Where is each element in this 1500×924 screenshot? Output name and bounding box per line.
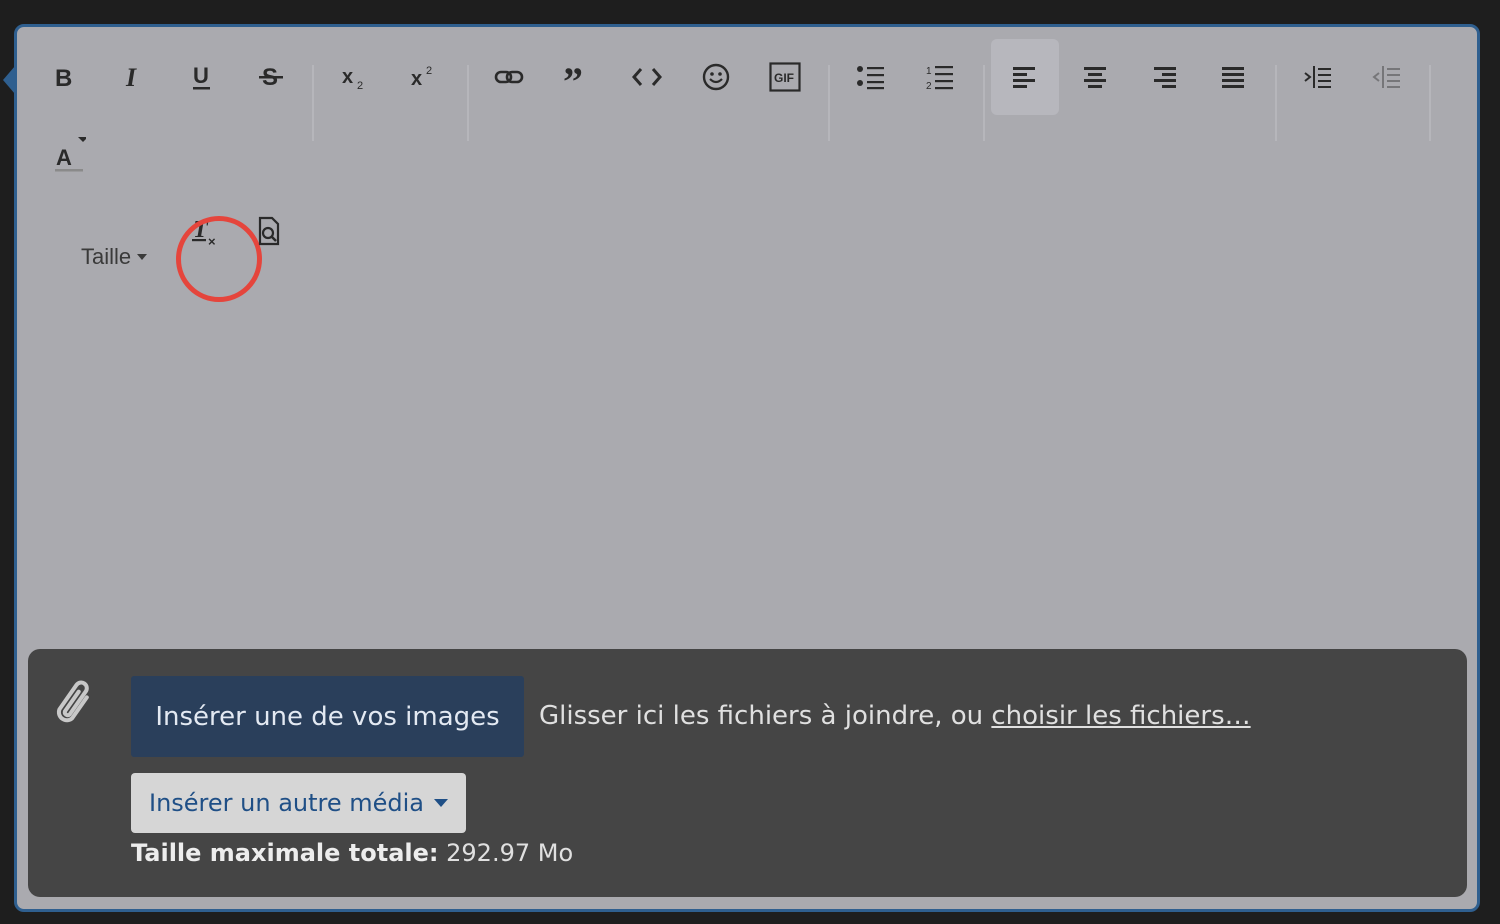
quote-button[interactable]: ”	[550, 49, 606, 105]
svg-text:B: B	[55, 65, 72, 90]
choose-files-link[interactable]: choisir les fichiers…	[991, 701, 1250, 731]
bold-button[interactable]: B	[36, 49, 92, 105]
numbered-list-icon: 12	[926, 66, 953, 91]
smiley-icon	[702, 63, 730, 91]
insert-media-label: Insérer un autre média	[148, 789, 425, 817]
code-icon	[632, 68, 662, 86]
svg-text:”: ”	[563, 65, 583, 89]
indent-icon	[1304, 66, 1331, 88]
emoji-button[interactable]	[688, 49, 744, 105]
drop-zone-text: Glisser ici les fichiers à joindre, ou c…	[539, 701, 1251, 731]
gif-button[interactable]: GIF	[757, 49, 813, 105]
italic-button[interactable]: I	[105, 49, 161, 105]
svg-text:2: 2	[926, 81, 932, 91]
rich-text-editor[interactable]: B I U S x2 x2 ” GIF 12 A Taille T × Insé…	[14, 24, 1480, 912]
svg-text:GIF: GIF	[774, 71, 794, 85]
max-size-value: 292.97 Mo	[446, 839, 574, 867]
align-left-button[interactable]	[991, 39, 1059, 115]
toolbar-separator	[312, 65, 314, 141]
preview-icon	[258, 216, 280, 246]
svg-text:I: I	[125, 64, 137, 90]
underline-button[interactable]: U	[174, 49, 230, 105]
outdent-button[interactable]	[1359, 49, 1415, 105]
font-size-dropdown[interactable]: Taille	[81, 240, 148, 274]
text-color-button[interactable]: A	[36, 123, 92, 179]
text-color-icon: A	[55, 137, 86, 172]
strikethrough-icon: S	[259, 64, 283, 91]
svg-text:A: A	[56, 145, 72, 170]
toolbar-separator	[983, 65, 985, 141]
chevron-down-icon	[434, 799, 449, 807]
drop-instructions: Glisser ici les fichiers à joindre, ou	[539, 701, 984, 731]
bullet-list-icon	[857, 66, 884, 90]
subscript-icon: x2	[342, 66, 363, 91]
justify-button[interactable]	[1205, 49, 1261, 105]
toolbar-separator	[467, 65, 469, 141]
font-size-label: Taille	[81, 244, 132, 269]
gif-icon: GIF	[769, 62, 801, 92]
strikethrough-button[interactable]: S	[243, 49, 299, 105]
align-justify-icon	[1222, 67, 1244, 88]
code-button[interactable]	[619, 49, 675, 105]
italic-icon: I	[125, 64, 137, 90]
underline-icon: U	[193, 63, 210, 90]
svg-text:2: 2	[357, 80, 363, 91]
bold-icon: B	[55, 65, 72, 90]
svg-text:U: U	[193, 63, 209, 88]
align-right-button[interactable]	[1136, 49, 1192, 105]
outdent-icon	[1372, 66, 1400, 88]
align-center-icon	[1084, 67, 1106, 88]
insert-images-button[interactable]: Insérer une de vos images	[131, 676, 524, 757]
toolbar-separator	[828, 65, 830, 141]
max-size-info: Taille maximale totale: 292.97 Mo	[131, 839, 573, 867]
insert-media-button[interactable]: Insérer un autre média	[131, 773, 466, 833]
svg-text:x: x	[411, 68, 422, 90]
chevron-down-icon	[137, 254, 148, 260]
svg-text:2: 2	[426, 65, 432, 77]
align-center-button[interactable]	[1067, 49, 1123, 105]
superscript-icon: x2	[411, 65, 432, 90]
superscript-button[interactable]: x2	[396, 49, 452, 105]
svg-text:x: x	[342, 66, 353, 88]
numbered-list-button[interactable]: 12	[912, 49, 968, 105]
toolbar-separator	[1429, 65, 1431, 141]
link-icon	[494, 70, 524, 84]
align-left-icon	[1013, 67, 1035, 88]
bullet-list-button[interactable]	[843, 49, 899, 105]
toolbar-separator	[1275, 65, 1277, 141]
max-size-label: Taille maximale totale:	[131, 839, 439, 867]
editor-focus-notch	[3, 66, 15, 94]
subscript-button[interactable]: x2	[327, 49, 383, 105]
link-button[interactable]	[481, 49, 537, 105]
quote-icon: ”	[563, 65, 583, 89]
attachment-area[interactable]: Insérer une de vos images Glisser ici le…	[28, 649, 1467, 897]
preview-button[interactable]	[240, 203, 296, 259]
svg-text:1: 1	[926, 66, 932, 77]
indent-button[interactable]	[1290, 49, 1346, 105]
paperclip-icon	[50, 677, 106, 737]
align-right-icon	[1154, 67, 1176, 88]
